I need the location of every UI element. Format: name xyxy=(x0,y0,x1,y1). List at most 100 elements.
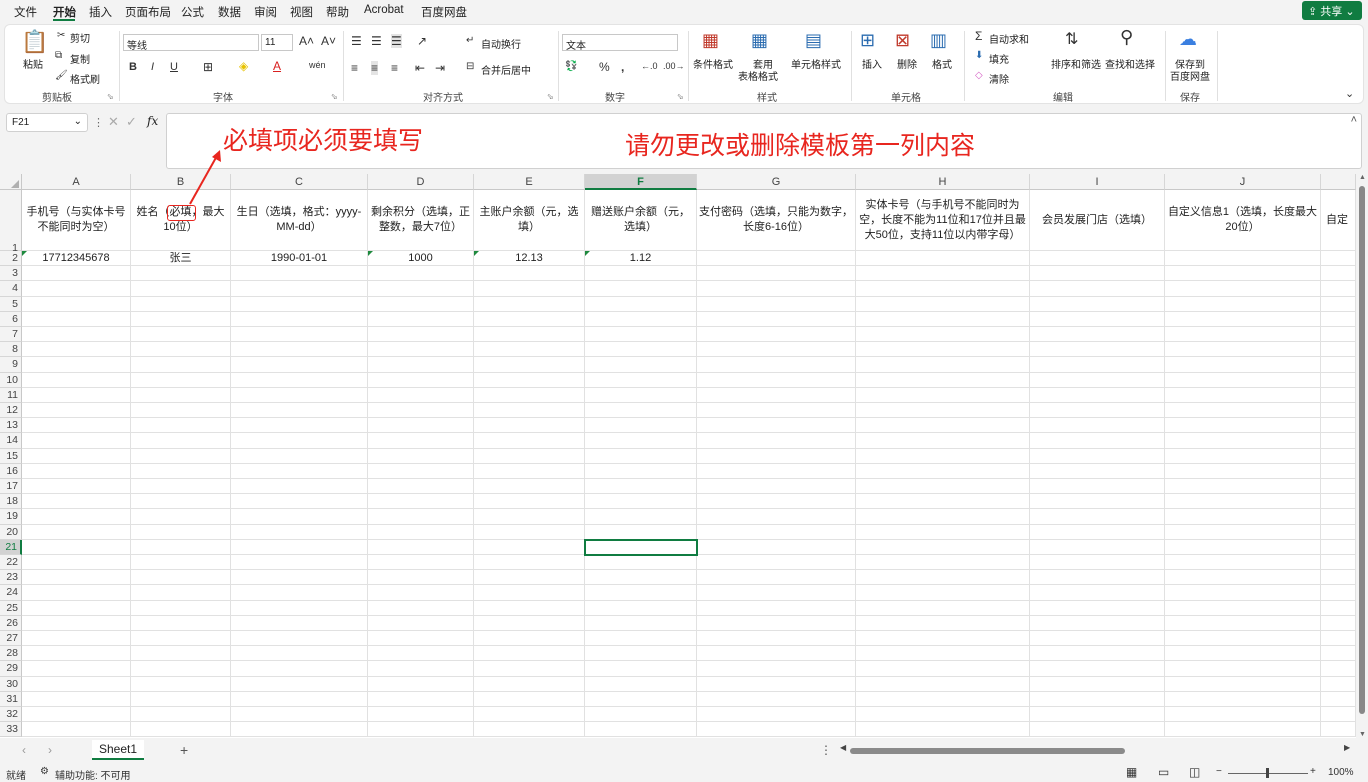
empty-cell[interactable] xyxy=(697,676,856,692)
empty-cell[interactable] xyxy=(585,509,697,525)
sort-filter-button[interactable]: 排序和筛选 xyxy=(1051,56,1101,71)
empty-cell[interactable] xyxy=(131,539,231,555)
empty-cell[interactable] xyxy=(22,357,131,373)
empty-cell[interactable] xyxy=(697,448,856,464)
column-header[interactable]: A xyxy=(22,174,131,190)
empty-cell[interactable] xyxy=(1321,494,1356,510)
header-cell[interactable]: 会员发展门店（选填） xyxy=(1030,190,1165,251)
empty-cell[interactable] xyxy=(1165,372,1321,388)
empty-cell[interactable] xyxy=(368,311,474,327)
empty-cell[interactable] xyxy=(22,463,131,479)
row-header[interactable]: 15 xyxy=(0,448,22,464)
zoom-slider-thumb[interactable] xyxy=(1266,768,1269,778)
header-cell[interactable]: 赠送账户余额（元，选填） xyxy=(585,190,697,251)
empty-cell[interactable] xyxy=(697,555,856,571)
zoom-level[interactable]: 100% xyxy=(1328,767,1354,778)
horizontal-scrollbar[interactable] xyxy=(850,748,1125,754)
empty-cell[interactable] xyxy=(585,615,697,631)
empty-cell[interactable] xyxy=(1030,631,1165,647)
empty-cell[interactable] xyxy=(22,722,131,738)
empty-cell[interactable] xyxy=(856,266,1030,282)
empty-cell[interactable] xyxy=(22,342,131,358)
empty-cell[interactable] xyxy=(585,357,697,373)
empty-cell[interactable] xyxy=(1321,691,1356,707)
empty-cell[interactable] xyxy=(231,311,368,327)
bold-icon[interactable]: B xyxy=(129,61,137,73)
empty-cell[interactable] xyxy=(1321,311,1356,327)
empty-cell[interactable] xyxy=(131,646,231,662)
row-header[interactable]: 8 xyxy=(0,342,22,358)
empty-cell[interactable] xyxy=(131,357,231,373)
empty-cell[interactable] xyxy=(22,403,131,419)
empty-cell[interactable] xyxy=(697,403,856,419)
empty-cell[interactable] xyxy=(585,463,697,479)
row-header[interactable]: 9 xyxy=(0,357,22,373)
align-right-icon[interactable]: ≡ xyxy=(391,61,398,75)
empty-cell[interactable] xyxy=(1321,418,1356,434)
add-sheet-button[interactable]: + xyxy=(180,742,188,758)
empty-cell[interactable] xyxy=(585,418,697,434)
column-header[interactable]: C xyxy=(231,174,368,190)
cancel-icon[interactable]: ✕ xyxy=(108,114,119,130)
menu-file[interactable]: 文件 xyxy=(14,4,37,20)
row-header[interactable]: 21 xyxy=(0,539,22,555)
row-header[interactable]: 31 xyxy=(0,691,22,707)
empty-cell[interactable] xyxy=(1165,570,1321,586)
empty-cell[interactable] xyxy=(1321,433,1356,449)
collapse-ribbon-icon[interactable]: ⌄ xyxy=(1345,87,1354,100)
empty-cell[interactable] xyxy=(231,676,368,692)
empty-cell[interactable] xyxy=(368,570,474,586)
empty-cell[interactable] xyxy=(474,646,585,662)
align-center-icon[interactable]: ≡ xyxy=(371,61,379,75)
empty-cell[interactable] xyxy=(1321,600,1356,616)
empty-cell[interactable] xyxy=(1030,387,1165,403)
empty-cell[interactable] xyxy=(1165,494,1321,510)
empty-cell[interactable] xyxy=(585,327,697,343)
empty-cell[interactable] xyxy=(22,311,131,327)
empty-cell[interactable] xyxy=(585,403,697,419)
empty-cell[interactable] xyxy=(231,646,368,662)
empty-cell[interactable] xyxy=(22,539,131,555)
empty-cell[interactable] xyxy=(368,281,474,297)
empty-cell[interactable] xyxy=(231,418,368,434)
empty-cell[interactable] xyxy=(585,646,697,662)
empty-cell[interactable] xyxy=(1030,661,1165,677)
insert-cells-button[interactable]: 插入 xyxy=(862,56,882,71)
empty-cell[interactable] xyxy=(231,555,368,571)
empty-cell[interactable] xyxy=(856,387,1030,403)
empty-cell[interactable] xyxy=(1165,615,1321,631)
data-cell[interactable] xyxy=(856,251,1030,267)
empty-cell[interactable] xyxy=(231,433,368,449)
clear-button[interactable]: 清除 xyxy=(989,71,1009,86)
empty-cell[interactable] xyxy=(474,615,585,631)
empty-cell[interactable] xyxy=(368,676,474,692)
empty-cell[interactable] xyxy=(1165,479,1321,495)
empty-cell[interactable] xyxy=(131,494,231,510)
empty-cell[interactable] xyxy=(856,357,1030,373)
empty-cell[interactable] xyxy=(1321,463,1356,479)
empty-cell[interactable] xyxy=(1030,479,1165,495)
font-name-select[interactable]: 等线 xyxy=(123,34,259,52)
empty-cell[interactable] xyxy=(856,479,1030,495)
empty-cell[interactable] xyxy=(131,311,231,327)
empty-cell[interactable] xyxy=(697,494,856,510)
empty-cell[interactable] xyxy=(22,707,131,723)
empty-cell[interactable] xyxy=(231,296,368,312)
empty-cell[interactable] xyxy=(231,600,368,616)
empty-cell[interactable] xyxy=(1030,509,1165,525)
empty-cell[interactable] xyxy=(131,661,231,677)
empty-cell[interactable] xyxy=(1165,509,1321,525)
header-cell[interactable]: 手机号（与实体卡号不能同时为空） xyxy=(22,190,131,251)
empty-cell[interactable] xyxy=(1030,555,1165,571)
empty-cell[interactable] xyxy=(1165,524,1321,540)
wrap-text-button[interactable]: 自动换行 xyxy=(481,36,521,51)
empty-cell[interactable] xyxy=(368,266,474,282)
empty-cell[interactable] xyxy=(1321,646,1356,662)
empty-cell[interactable] xyxy=(1321,555,1356,571)
row-header[interactable]: 28 xyxy=(0,646,22,662)
menu-baidu-pan[interactable]: 百度网盘 xyxy=(421,4,467,20)
empty-cell[interactable] xyxy=(697,281,856,297)
row-header[interactable]: 5 xyxy=(0,296,22,312)
empty-cell[interactable] xyxy=(231,691,368,707)
empty-cell[interactable] xyxy=(697,646,856,662)
